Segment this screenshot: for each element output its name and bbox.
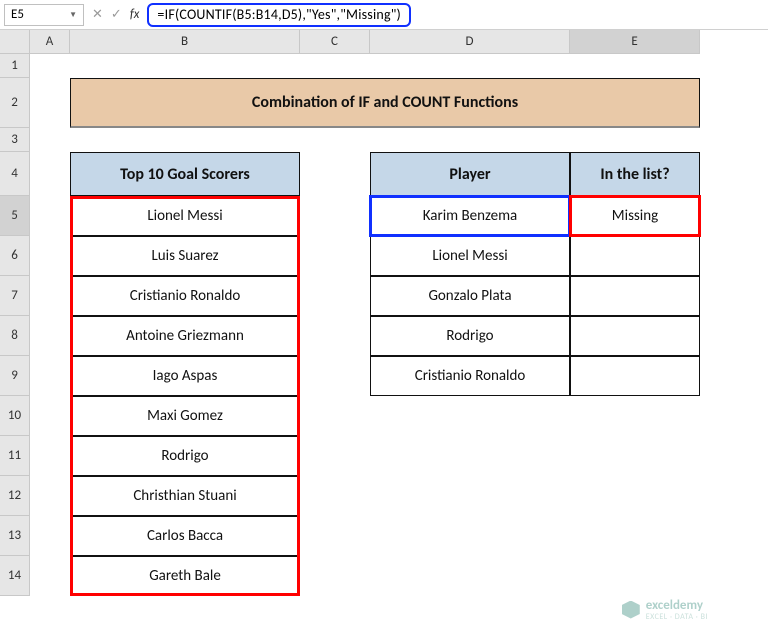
row-header-1[interactable]: 1	[0, 54, 30, 78]
title-text: Combination of IF and COUNT Functions	[252, 93, 518, 112]
right-inlist-cell[interactable]	[570, 276, 700, 316]
column-header-E[interactable]: E	[570, 30, 700, 54]
left-table-cell[interactable]: Carlos Bacca	[70, 516, 300, 556]
left-table-cell[interactable]: Christhian Stuani	[70, 476, 300, 516]
right-inlist-cell[interactable]	[570, 316, 700, 356]
row-header-5[interactable]: 5	[0, 196, 30, 236]
row-header-8[interactable]: 8	[0, 316, 30, 356]
formula-text: =IF(COUNTIF(B5:B14,D5),"Yes","Missing")	[157, 6, 401, 23]
row-header-2[interactable]: 2	[0, 78, 30, 128]
column-header-D[interactable]: D	[370, 30, 570, 54]
row-header-14[interactable]: 14	[0, 556, 30, 596]
left-table-cell[interactable]: Iago Aspas	[70, 356, 300, 396]
row-header-9[interactable]: 9	[0, 356, 30, 396]
select-all-corner[interactable]	[0, 30, 30, 54]
formula-input[interactable]: =IF(COUNTIF(B5:B14,D5),"Yes","Missing")	[147, 3, 411, 27]
worksheet-grid[interactable]: ABCDE 1234567891011121314 Combination of…	[0, 30, 768, 643]
left-table-cell[interactable]: Lionel Messi	[70, 196, 300, 236]
row-header-10[interactable]: 10	[0, 396, 30, 436]
left-table-cell[interactable]: Antoine Griezmann	[70, 316, 300, 356]
right-player-cell[interactable]: Karim Benzema	[370, 196, 570, 236]
left-table-cell[interactable]: Maxi Gomez	[70, 396, 300, 436]
title-banner: Combination of IF and COUNT Functions	[70, 78, 700, 128]
cancel-icon[interactable]: ✕	[92, 7, 103, 22]
right-header-inlist-text: In the list?	[600, 165, 669, 184]
row-header-11[interactable]: 11	[0, 436, 30, 476]
right-header-player-text: Player	[449, 165, 490, 184]
fx-icon[interactable]: fx	[130, 7, 140, 22]
right-player-cell[interactable]: Gonzalo Plata	[370, 276, 570, 316]
left-table-cell[interactable]: Cristianio Ronaldo	[70, 276, 300, 316]
row-header-6[interactable]: 6	[0, 236, 30, 276]
left-table-cell[interactable]: Gareth Bale	[70, 556, 300, 596]
right-player-cell[interactable]: Rodrigo	[370, 316, 570, 356]
right-inlist-cell[interactable]: Missing	[570, 196, 700, 236]
formula-bar: E5 ▼ ✕ ✓ fx =IF(COUNTIF(B5:B14,D5),"Yes"…	[0, 0, 768, 30]
name-box[interactable]: E5 ▼	[4, 4, 84, 26]
column-headers: ABCDE	[30, 30, 700, 54]
column-header-C[interactable]: C	[300, 30, 370, 54]
column-header-A[interactable]: A	[30, 30, 70, 54]
right-player-cell[interactable]: Lionel Messi	[370, 236, 570, 276]
left-table-cell[interactable]: Luis Suarez	[70, 236, 300, 276]
column-header-B[interactable]: B	[70, 30, 300, 54]
left-table-header: Top 10 Goal Scorers	[70, 152, 300, 196]
left-header-text: Top 10 Goal Scorers	[120, 165, 250, 184]
right-inlist-cell[interactable]	[570, 236, 700, 276]
formula-bar-icons: ✕ ✓ fx	[84, 7, 147, 22]
row-header-4[interactable]: 4	[0, 152, 30, 196]
row-header-13[interactable]: 13	[0, 516, 30, 556]
right-header-inlist: In the list?	[570, 152, 700, 196]
right-inlist-cell[interactable]	[570, 356, 700, 396]
left-table-cell[interactable]: Rodrigo	[70, 436, 300, 476]
right-player-cell[interactable]: Cristianio Ronaldo	[370, 356, 570, 396]
right-header-player: Player	[370, 152, 570, 196]
chevron-down-icon: ▼	[69, 10, 77, 20]
row-headers: 1234567891011121314	[0, 54, 30, 596]
check-icon[interactable]: ✓	[111, 7, 122, 22]
row-header-7[interactable]: 7	[0, 276, 30, 316]
row-header-12[interactable]: 12	[0, 476, 30, 516]
row-header-3[interactable]: 3	[0, 128, 30, 152]
name-box-value: E5	[11, 7, 24, 22]
